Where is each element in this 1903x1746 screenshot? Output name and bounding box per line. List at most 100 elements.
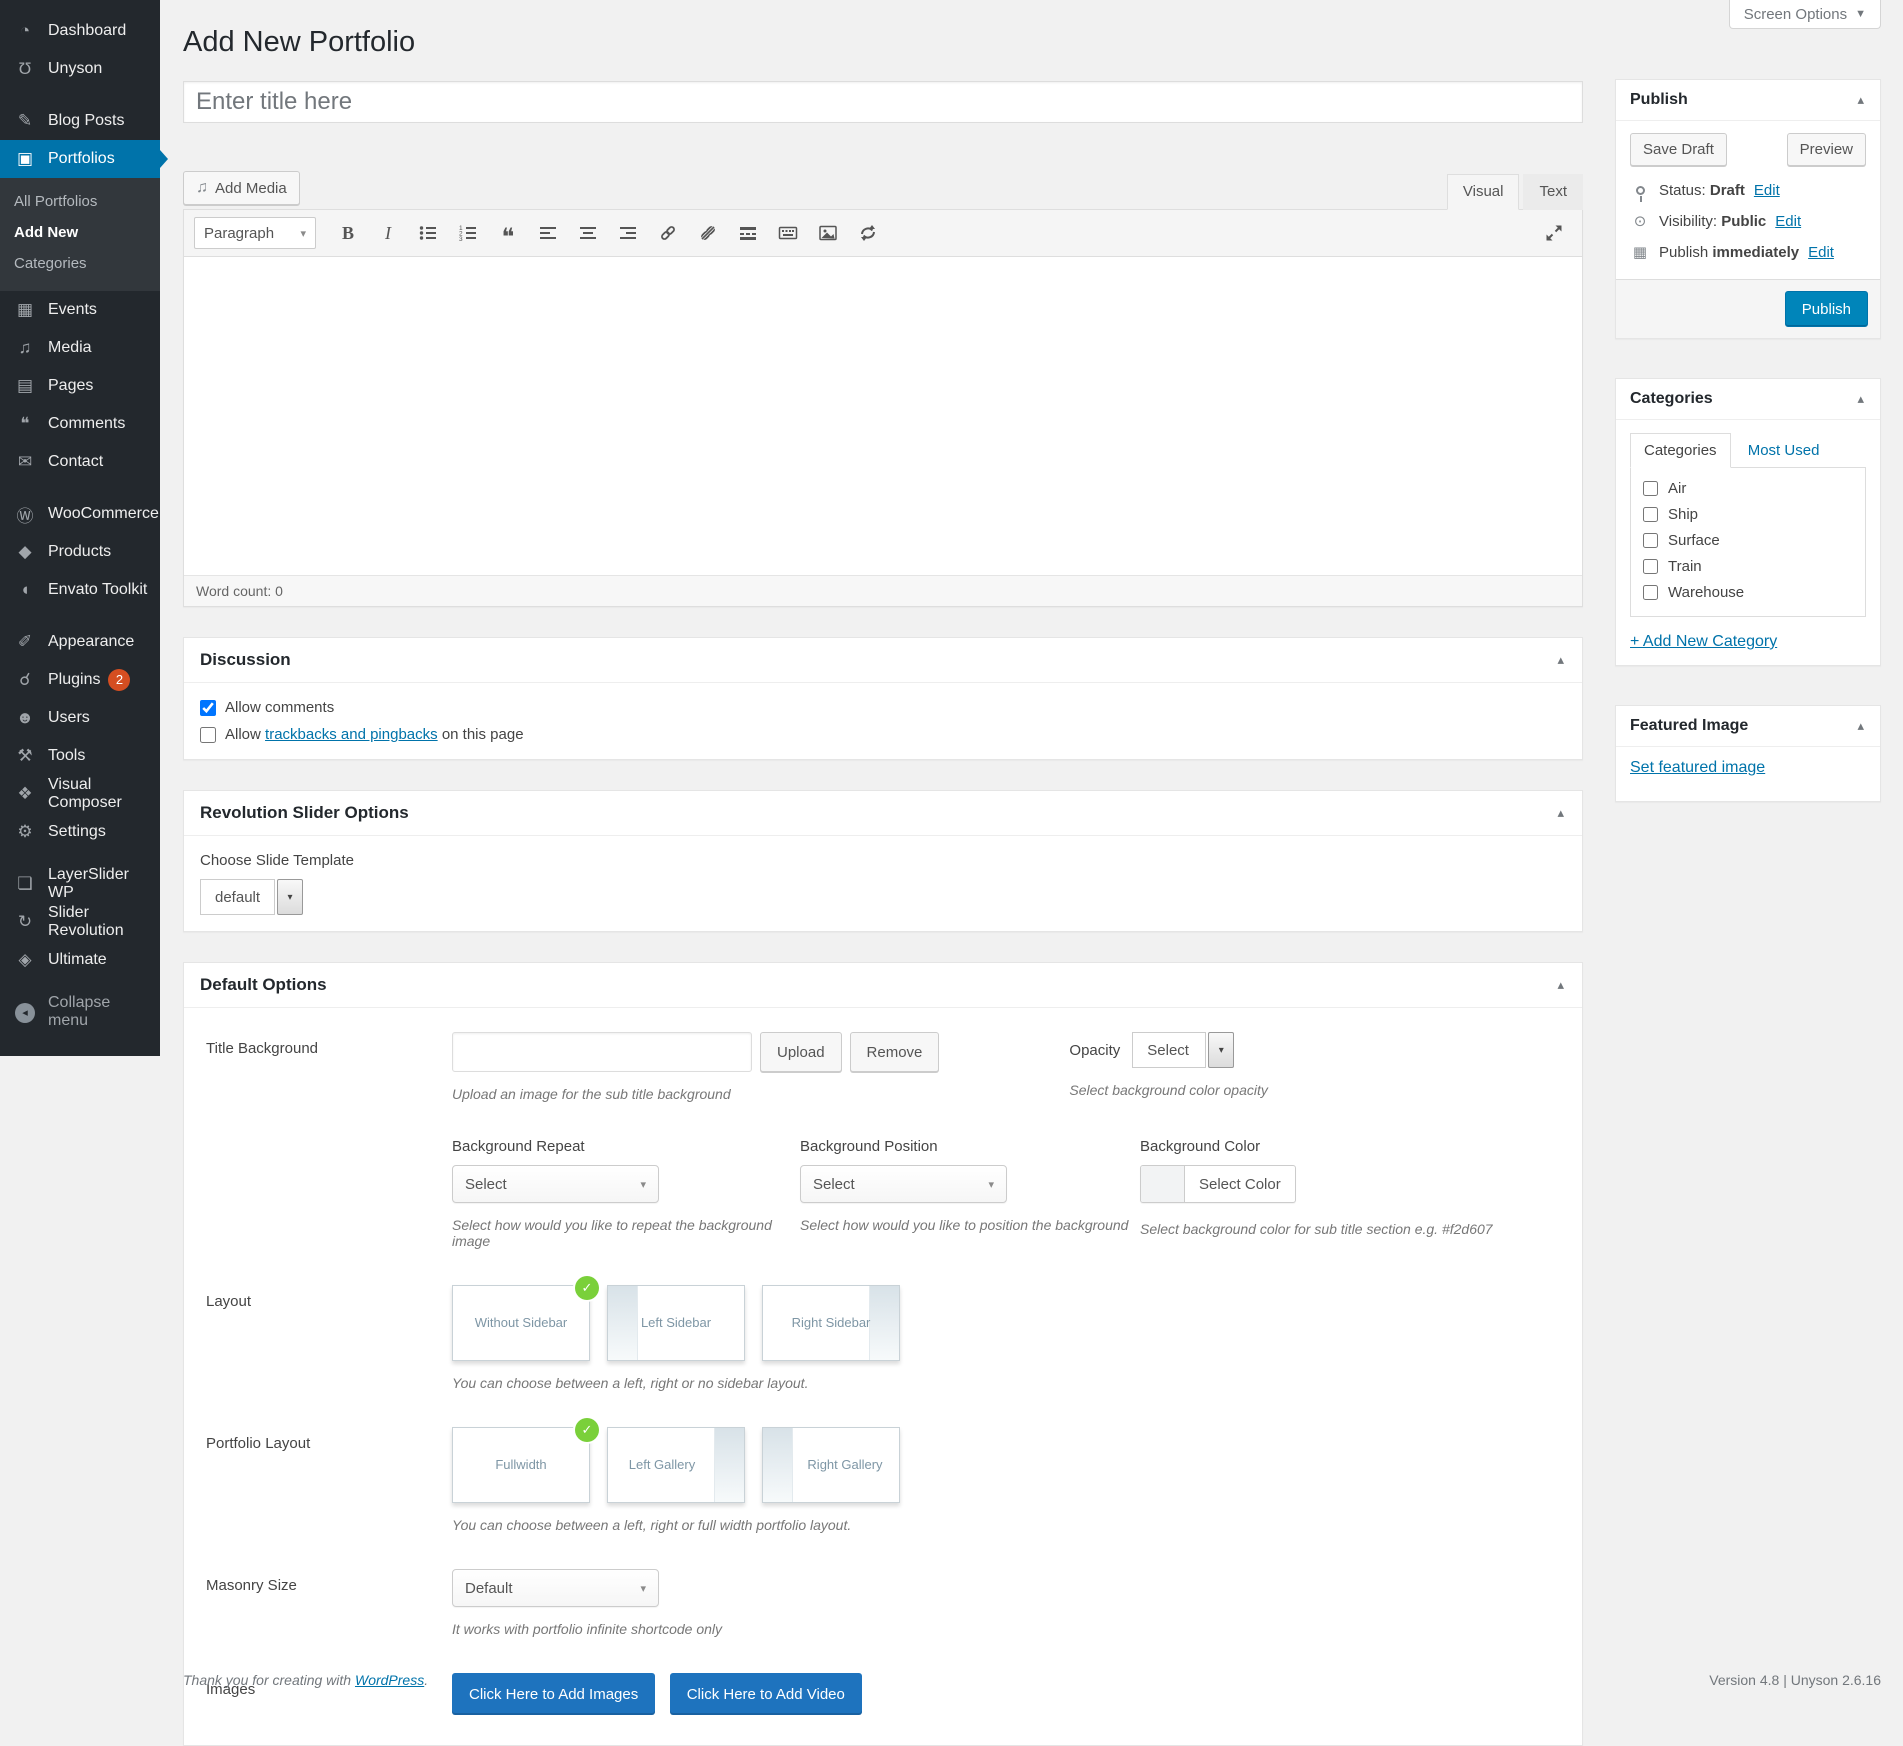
tab-visual[interactable]: Visual bbox=[1446, 174, 1520, 210]
layout-option-without-sidebar[interactable]: Without Sidebar ✓ bbox=[452, 1276, 599, 1361]
gallery-button[interactable] bbox=[810, 217, 846, 249]
collapse-panel-icon[interactable]: ▴ bbox=[1555, 977, 1566, 993]
read-more-tag-button[interactable] bbox=[730, 217, 766, 249]
word-count-value: 0 bbox=[275, 583, 283, 599]
collapse-panel-icon[interactable]: ▴ bbox=[1855, 391, 1866, 407]
plugins-count-badge: 2 bbox=[108, 669, 131, 691]
portfolio-layout-option-right-gallery[interactable]: Right Gallery bbox=[762, 1427, 900, 1503]
opacity-select[interactable]: Select ▾ bbox=[1132, 1032, 1235, 1068]
category-train-checkbox[interactable] bbox=[1643, 559, 1658, 574]
editor-text-area[interactable] bbox=[184, 257, 1582, 575]
insert-link-button[interactable] bbox=[650, 217, 686, 249]
add-media-button[interactable]: ♫ Add Media bbox=[183, 171, 300, 205]
portfolio-layout-option-fullwidth[interactable]: Fullwidth ✓ bbox=[452, 1418, 599, 1503]
sidebar-item-visual-composer[interactable]: ❖ Visual Composer bbox=[0, 775, 160, 813]
sidebar-item-products[interactable]: ◆ Products bbox=[0, 533, 160, 571]
category-surface-checkbox[interactable] bbox=[1643, 533, 1658, 548]
bg-color-picker[interactable]: Select Color bbox=[1140, 1165, 1296, 1203]
caret-down-icon[interactable]: ▾ bbox=[1208, 1032, 1235, 1068]
sidebar-item-dashboard[interactable]: ◔ Dashboard bbox=[0, 12, 160, 50]
sidebar-item-label: Visual Composer bbox=[48, 776, 122, 811]
paragraph-format-select[interactable]: Paragraph ▾ bbox=[194, 217, 316, 249]
tab-all-categories[interactable]: Categories bbox=[1630, 433, 1731, 468]
upload-button[interactable]: Upload bbox=[760, 1032, 842, 1072]
set-featured-image-link[interactable]: Set featured image bbox=[1630, 759, 1765, 776]
submenu-item-categories[interactable]: Categories bbox=[0, 248, 160, 279]
select-color-button[interactable]: Select Color bbox=[1185, 1166, 1295, 1202]
sidebar-item-tools[interactable]: ⚒ Tools bbox=[0, 737, 160, 775]
title-background-hint: Upload an image for the sub title backgr… bbox=[452, 1086, 731, 1102]
remove-link-button[interactable] bbox=[690, 217, 726, 249]
sidebar-item-slider-revolution[interactable]: ↻ Slider Revolution bbox=[0, 903, 160, 941]
edit-schedule-link[interactable]: Edit bbox=[1808, 244, 1834, 261]
sidebar-item-comments[interactable]: ❝ Comments bbox=[0, 405, 160, 443]
align-center-button[interactable] bbox=[570, 217, 606, 249]
publish-button[interactable]: Publish bbox=[1784, 291, 1868, 327]
edit-visibility-link[interactable]: Edit bbox=[1775, 213, 1801, 230]
sidebar-item-layerslider[interactable]: ❏ LayerSlider WP bbox=[0, 865, 160, 903]
add-new-category-link[interactable]: + Add New Category bbox=[1630, 633, 1777, 651]
screen-options-button[interactable]: Screen Options ▼ bbox=[1728, 0, 1881, 29]
collapse-panel-icon[interactable]: ▴ bbox=[1555, 805, 1566, 821]
portfolio-layout-option-left-gallery[interactable]: Left Gallery bbox=[607, 1427, 745, 1503]
panel-title: Publish bbox=[1630, 91, 1688, 108]
tab-text[interactable]: Text bbox=[1523, 174, 1583, 210]
submenu-item-all-portfolios[interactable]: All Portfolios bbox=[0, 186, 160, 217]
trackbacks-link[interactable]: trackbacks and pingbacks bbox=[265, 726, 438, 743]
title-background-url-input[interactable] bbox=[452, 1032, 752, 1072]
layout-option-left-sidebar[interactable]: Left Sidebar bbox=[607, 1285, 745, 1361]
bullet-list-button[interactable] bbox=[410, 217, 446, 249]
discussion-panel-body: Allow comments Allow trackbacks and ping… bbox=[184, 683, 1582, 759]
sidebar-item-contact[interactable]: ✉ Contact bbox=[0, 443, 160, 481]
tab-most-used[interactable]: Most Used bbox=[1735, 434, 1833, 467]
add-video-button[interactable]: Click Here to Add Video bbox=[669, 1673, 862, 1715]
sidebar-item-unyson[interactable]: Ʊ Unyson bbox=[0, 50, 160, 88]
caret-down-icon[interactable]: ▾ bbox=[277, 879, 304, 915]
remove-button[interactable]: Remove bbox=[849, 1032, 940, 1072]
sidebar-item-plugins[interactable]: ☌ Plugins 2 bbox=[0, 661, 160, 699]
align-right-button[interactable] bbox=[610, 217, 646, 249]
category-warehouse-checkbox[interactable] bbox=[1643, 585, 1658, 600]
collapse-panel-icon[interactable]: ▴ bbox=[1855, 92, 1866, 108]
sidebar-item-pages[interactable]: ▤ Pages bbox=[0, 367, 160, 405]
toolbar-toggle-button[interactable] bbox=[770, 217, 806, 249]
sidebar-item-woocommerce[interactable]: Ⓦ WooCommerce bbox=[0, 495, 160, 533]
bold-button[interactable]: B bbox=[330, 217, 366, 249]
sidebar-item-users[interactable]: ☻ Users bbox=[0, 699, 160, 737]
save-draft-button[interactable]: Save Draft bbox=[1630, 133, 1727, 166]
preview-button[interactable]: Preview bbox=[1786, 133, 1866, 166]
sidebar-item-events[interactable]: ▦ Events bbox=[0, 291, 160, 329]
wordpress-link[interactable]: WordPress bbox=[355, 1672, 424, 1688]
slide-template-select[interactable]: default ▾ bbox=[200, 879, 304, 915]
distraction-free-button[interactable] bbox=[1536, 217, 1572, 249]
sidebar-item-media[interactable]: ♫ Media bbox=[0, 329, 160, 367]
numbered-list-button[interactable]: 123 bbox=[450, 217, 486, 249]
blockquote-button[interactable]: ❝ bbox=[490, 217, 526, 250]
sidebar-item-ultimate[interactable]: ◈ Ultimate bbox=[0, 941, 160, 979]
allow-trackbacks-checkbox[interactable] bbox=[200, 726, 216, 743]
sidebar-item-portfolios[interactable]: ▣ Portfolios bbox=[0, 140, 168, 178]
bg-repeat-select[interactable]: Select ▾ bbox=[452, 1165, 659, 1203]
layout-option-right-sidebar[interactable]: Right Sidebar bbox=[762, 1285, 900, 1361]
italic-button[interactable]: I bbox=[370, 217, 406, 249]
collapse-panel-icon[interactable]: ▴ bbox=[1555, 652, 1566, 668]
post-title-input[interactable] bbox=[183, 81, 1583, 123]
sidebar-item-collapse-menu[interactable]: ◂ Collapse menu bbox=[0, 993, 160, 1031]
allow-comments-checkbox[interactable] bbox=[200, 699, 216, 716]
align-left-button[interactable] bbox=[530, 217, 566, 249]
category-air-checkbox[interactable] bbox=[1643, 481, 1658, 496]
category-ship-checkbox[interactable] bbox=[1643, 507, 1658, 522]
add-images-button[interactable]: Click Here to Add Images bbox=[452, 1673, 656, 1715]
collapse-panel-icon[interactable]: ▴ bbox=[1855, 718, 1866, 734]
slider-shortcode-button[interactable] bbox=[850, 217, 886, 249]
sidebar-item-envato-toolkit[interactable]: ◖ Envato Toolkit bbox=[0, 571, 160, 609]
edit-status-link[interactable]: Edit bbox=[1754, 182, 1780, 199]
sidebar-item-blog-posts[interactable]: ✎ Blog Posts bbox=[0, 102, 160, 140]
layers-icon: ❏ bbox=[17, 874, 33, 893]
sidebar-item-settings[interactable]: ⚙ Settings bbox=[0, 813, 160, 851]
submenu-item-add-new[interactable]: Add New bbox=[0, 217, 160, 248]
bg-position-select[interactable]: Select ▾ bbox=[800, 1165, 1007, 1203]
sidebar-item-appearance[interactable]: ✐ Appearance bbox=[0, 623, 160, 661]
masonry-size-select[interactable]: Default ▾ bbox=[452, 1569, 659, 1607]
sidebar-item-label: Settings bbox=[48, 823, 106, 840]
